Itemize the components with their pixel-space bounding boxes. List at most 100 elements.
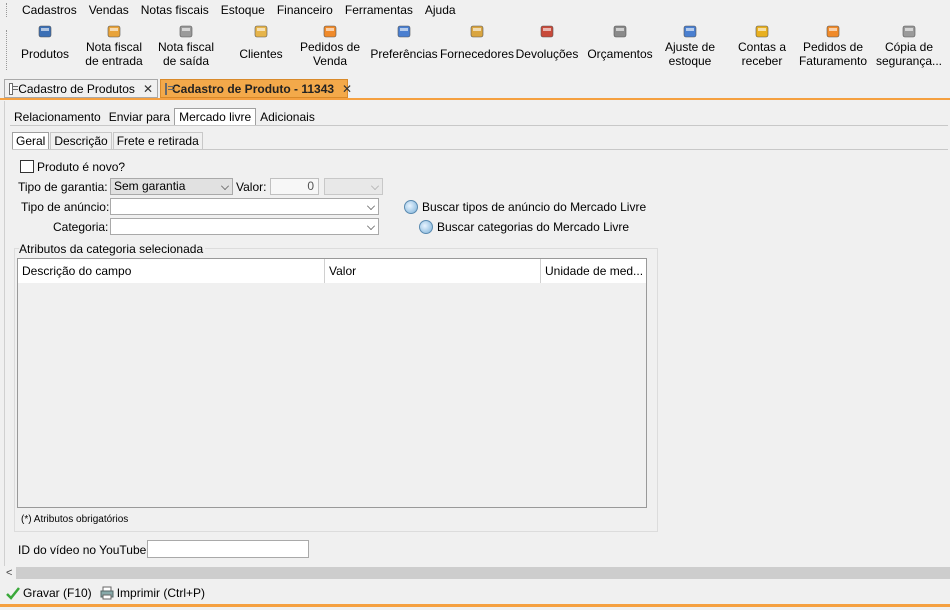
- gravar-button[interactable]: Gravar (F10): [6, 586, 92, 600]
- section-tabs: Relacionamento Enviar para Mercado livre…: [10, 108, 319, 126]
- toolbar-label-line2: de saída: [162, 54, 210, 68]
- toolbar-produtos-button[interactable]: Produtos: [5, 24, 85, 74]
- toolbar-orcamentos-button[interactable]: Orçamentos: [580, 24, 660, 74]
- garantia-value: Sem garantia: [114, 179, 186, 193]
- toolbar-label: Nota fiscal: [85, 40, 143, 54]
- horizontal-scrollbar[interactable]: <: [4, 566, 950, 580]
- toolbar-label: Devoluções: [515, 47, 579, 61]
- doc-tab-cadastro-produtos[interactable]: Cadastro de Produtos ✕: [4, 79, 158, 98]
- active-tab-underline: [0, 98, 950, 100]
- quote-icon: [612, 24, 628, 38]
- menu-financeiro[interactable]: Financeiro: [271, 0, 339, 20]
- menu-ajuda[interactable]: Ajuda: [419, 0, 462, 20]
- toolbar-nf-entrada-button[interactable]: Nota fiscal de entrada: [74, 24, 154, 74]
- toolbar-label: Cópia de: [884, 40, 934, 54]
- categoria-label: Categoria:: [53, 220, 109, 234]
- toolbar-label: Clientes: [239, 47, 283, 61]
- tab-geral[interactable]: Geral: [12, 132, 50, 150]
- tab-enviar-para[interactable]: Enviar para: [105, 108, 174, 126]
- gravar-label: Gravar (F10): [23, 586, 92, 600]
- tab-mercado-livre[interactable]: Mercado livre: [174, 108, 257, 126]
- toolbar-nf-saida-button[interactable]: Nota fiscal de saída: [146, 24, 226, 74]
- menu-vendas[interactable]: Vendas: [83, 0, 135, 20]
- garantia-select[interactable]: Sem garantia: [110, 178, 233, 195]
- menu-cadastros[interactable]: Cadastros: [16, 0, 83, 20]
- settings-icon: [396, 24, 412, 38]
- box-icon: [37, 24, 53, 38]
- toolbar-label-line2: Venda: [312, 54, 348, 68]
- toolbar-label-line2: segurança...: [875, 54, 943, 68]
- imprimir-label: Imprimir (Ctrl+P): [116, 586, 206, 600]
- tab-relacionamento[interactable]: Relacionamento: [10, 108, 105, 126]
- document-tabs: Cadastro de Produtos ✕ Cadastro de Produ…: [0, 79, 950, 99]
- toolbar-pedidos-faturamento-button[interactable]: Pedidos de Faturamento: [793, 24, 873, 74]
- toolbar-label: Orçamentos: [587, 47, 653, 61]
- menu-grip: [6, 3, 10, 17]
- buscar-anuncio-button[interactable]: Buscar tipos de anúncio do Mercado Livre: [404, 200, 646, 214]
- bottom-accent-line: [0, 604, 950, 607]
- tipo-anuncio-select[interactable]: [110, 198, 379, 215]
- supplier-icon: [469, 24, 485, 38]
- toolbar-devolucoes-button[interactable]: Devoluções: [507, 24, 587, 74]
- menu-notas-fiscais[interactable]: Notas fiscais: [135, 0, 215, 20]
- toolbar-contas-receber-button[interactable]: Contas a receber: [722, 24, 802, 74]
- menu-ferramentas[interactable]: Ferramentas: [339, 0, 419, 20]
- toolbar-label: Pedidos de: [299, 40, 361, 54]
- stock-icon: [682, 24, 698, 38]
- close-icon[interactable]: ✕: [143, 82, 153, 96]
- buscar-anuncio-label: Buscar tipos de anúncio do Mercado Livre: [422, 200, 647, 214]
- doc-tab-label: Cadastro de Produto - 11343: [172, 81, 335, 96]
- toolbar-pedidos-venda-button[interactable]: Pedidos de Venda: [290, 24, 370, 74]
- tab-descricao[interactable]: Descrição: [50, 132, 112, 150]
- col-valor-header[interactable]: Valor: [325, 259, 541, 283]
- toolbar-clientes-button[interactable]: Clientes: [221, 24, 301, 74]
- inner-tabs: Geral Descrição Frete e retirada: [12, 132, 204, 150]
- col-descricao-header[interactable]: Descrição do campo: [18, 259, 325, 283]
- produto-novo-checkbox[interactable]: [20, 160, 34, 173]
- tab-adicionais[interactable]: Adicionais: [256, 108, 319, 126]
- person-icon: [253, 24, 269, 38]
- valor-unit-select[interactable]: [324, 178, 383, 195]
- garantia-label: Tipo de garantia:: [18, 180, 108, 194]
- valor-input[interactable]: 0: [270, 178, 319, 195]
- youtube-label: ID do vídeo no YouTube:: [18, 543, 150, 557]
- categoria-select[interactable]: [110, 218, 379, 235]
- action-bar: Gravar (F10) Imprimir (Ctrl+P): [0, 582, 950, 604]
- buscar-categorias-button[interactable]: Buscar categorias do Mercado Livre: [419, 220, 629, 234]
- close-icon[interactable]: ✕: [342, 82, 352, 96]
- menu-bar: Cadastros Vendas Notas fiscais Estoque F…: [0, 0, 950, 20]
- coins-icon: [754, 24, 770, 38]
- doc-tab-cadastro-produto-11343[interactable]: Cadastro de Produto - 11343 ✕: [160, 79, 352, 98]
- section-tabs-divider: [10, 125, 948, 126]
- printer-icon: [100, 586, 114, 600]
- backup-icon: [901, 24, 917, 38]
- cart-icon: [322, 24, 338, 38]
- toolbar-copia-seguranca-button[interactable]: Cópia de segurança...: [869, 24, 949, 74]
- doc-tab-label: Cadastro de Produtos: [18, 81, 135, 96]
- billing-icon: [825, 24, 841, 38]
- youtube-id-input[interactable]: [147, 540, 309, 558]
- toolbar-preferencias-button[interactable]: Preferências: [364, 24, 444, 74]
- scrollbar-thumb[interactable]: [16, 567, 950, 579]
- form-icon: [9, 82, 19, 95]
- toolbar-label: Nota fiscal: [157, 40, 215, 54]
- invoice-out-icon: [178, 24, 194, 38]
- toolbar-fornecedores-button[interactable]: Fornecedores: [437, 24, 517, 74]
- globe-search-icon: [419, 220, 433, 234]
- chevron-down-icon: [221, 182, 229, 190]
- valor-label: Valor:: [236, 180, 267, 194]
- toolbar-label: Preferências: [370, 47, 438, 61]
- col-unidade-header[interactable]: Unidade de med...: [541, 259, 646, 283]
- chevron-down-icon: [367, 202, 375, 210]
- scroll-left-icon[interactable]: <: [6, 566, 12, 580]
- toolbar-ajuste-estoque-button[interactable]: Ajuste de estoque: [650, 24, 730, 74]
- atributos-grid[interactable]: Descrição do campo Valor Unidade de med.…: [17, 258, 647, 508]
- imprimir-button[interactable]: Imprimir (Ctrl+P): [100, 586, 205, 600]
- invoice-in-icon: [106, 24, 122, 38]
- grid-header: Descrição do campo Valor Unidade de med.…: [18, 259, 646, 283]
- toolbar-label-line2: de entrada: [85, 54, 143, 68]
- menu-estoque[interactable]: Estoque: [215, 0, 271, 20]
- inner-tabs-divider: [12, 149, 948, 150]
- toolbar-label: Fornecedores: [439, 47, 515, 61]
- tab-frete-retirada[interactable]: Frete e retirada: [112, 132, 203, 150]
